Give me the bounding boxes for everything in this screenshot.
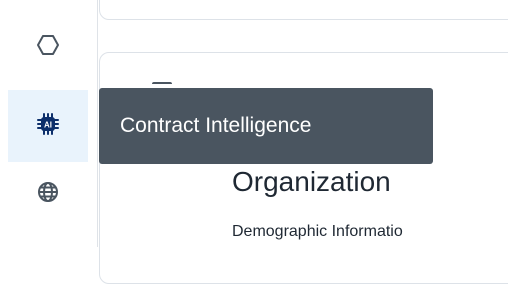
section-title: Organization — [232, 166, 391, 197]
hexagon-icon — [36, 33, 60, 62]
tooltip-text: Contract Intelligence — [120, 114, 312, 137]
sidebar-item-hexagon[interactable] — [8, 11, 88, 83]
top-card — [99, 0, 508, 20]
tooltip: Contract Intelligence — [99, 88, 433, 164]
ai-chip-label: AI — [44, 120, 52, 129]
globe-icon — [36, 180, 60, 209]
ai-chip-icon: AI — [36, 112, 60, 141]
sidebar-item-contract-intelligence[interactable]: AI — [8, 90, 88, 162]
sidebar: AI — [0, 0, 98, 247]
section-subtitle: Demographic Informatio — [232, 223, 403, 240]
sidebar-item-globe[interactable] — [8, 158, 88, 230]
